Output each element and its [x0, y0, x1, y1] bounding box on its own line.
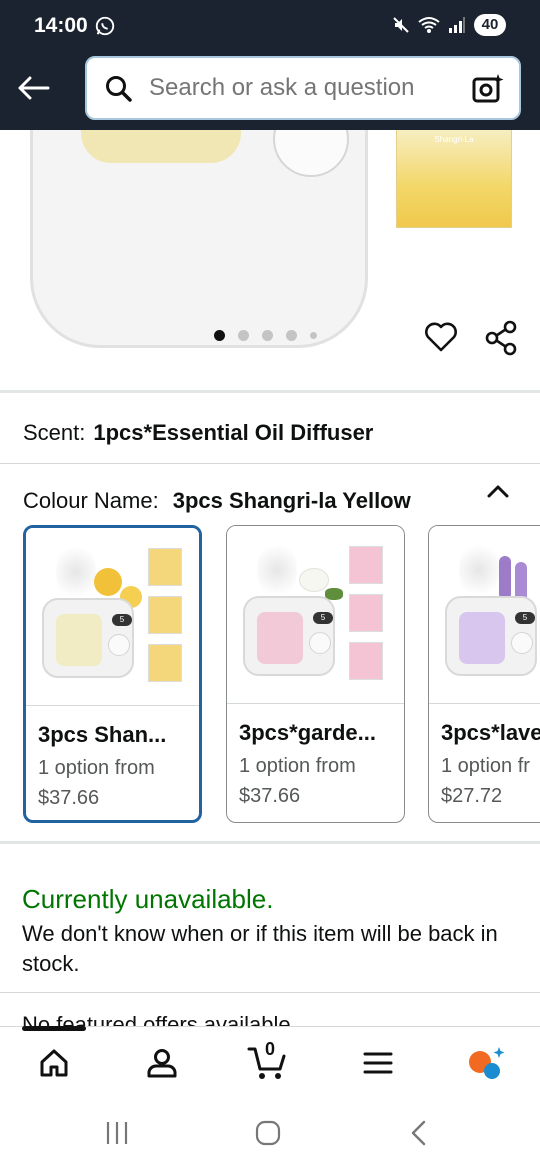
menu-icon [363, 1052, 393, 1074]
carousel-dots [214, 330, 317, 341]
signal-icon [449, 17, 465, 33]
swatch-subtitle: 1 option fr [441, 755, 530, 777]
product-image-sachet: Shangri-La [396, 130, 512, 228]
recent-apps-icon[interactable] [104, 1120, 130, 1146]
account-icon [147, 1049, 177, 1078]
swatch-title: 3pcs*garde... [239, 720, 376, 745]
bottom-navigation: 0 [0, 1026, 540, 1096]
scroll-indicator [22, 1026, 86, 1031]
wifi-icon [418, 17, 440, 33]
swatch-subtitle: 1 option from [38, 757, 155, 779]
swatch-price: $37.66 [239, 785, 301, 807]
scent-selector[interactable]: Scent: 1pcs*Essential Oil Diffuser [0, 394, 540, 464]
colour-label: Colour Name: [23, 488, 159, 513]
swatch-lavender[interactable]: 5 3pcs*lave 1 option fr $27.72 [428, 525, 540, 823]
back-system-icon[interactable] [408, 1120, 430, 1146]
battery-indicator: 40 [474, 14, 506, 36]
swatch-subtitle: 1 option from [239, 755, 356, 777]
nav-account[interactable] [140, 1043, 184, 1083]
status-bar: 14:00 40 [0, 0, 540, 52]
swatch-gardenia[interactable]: 5 3pcs*garde... 1 option from $37.66 [226, 525, 405, 823]
swatch-price: $27.72 [441, 785, 503, 807]
cart-count-badge: 0 [265, 1039, 276, 1059]
swatch-shangri-la-yellow[interactable]: 5 3pcs Shan... 1 option from $37.66 [23, 525, 202, 823]
search-icon [106, 76, 132, 102]
home-system-icon[interactable] [254, 1120, 282, 1146]
search-bar[interactable] [85, 56, 521, 120]
featured-offers-text: No featured offers available [22, 1012, 291, 1026]
camera-search-icon[interactable] [471, 72, 505, 106]
status-time: 14:00 [34, 14, 88, 37]
rufus-ai-icon [469, 1047, 505, 1079]
availability-section: Currently unavailable. We don't know whe… [22, 884, 522, 979]
search-input[interactable] [149, 58, 459, 118]
swatch-image: 5 [26, 528, 199, 706]
search-header [0, 52, 540, 130]
colour-value: 3pcs Shangri-la Yellow [172, 488, 411, 513]
product-image-diffuser [30, 130, 368, 348]
carousel-dot[interactable] [262, 330, 273, 341]
system-navigation-bar [0, 1096, 540, 1170]
home-icon [40, 1049, 68, 1077]
swatch-price: $37.66 [38, 787, 100, 809]
product-image-carousel[interactable]: Shangri-La [0, 130, 540, 392]
nav-rufus[interactable] [464, 1043, 508, 1083]
back-button[interactable] [14, 68, 54, 108]
section-divider [0, 390, 540, 393]
swatch-title: 3pcs Shan... [38, 722, 167, 747]
carousel-dot[interactable] [286, 330, 297, 341]
scent-label: Scent: [23, 420, 86, 445]
carousel-dot[interactable] [238, 330, 249, 341]
nav-home[interactable] [32, 1043, 76, 1083]
availability-status: Currently unavailable. [22, 884, 274, 914]
section-divider [0, 992, 540, 993]
availability-message: We don't know when or if this item will … [22, 921, 498, 976]
carousel-dot[interactable] [214, 330, 225, 341]
wishlist-heart-icon[interactable] [424, 320, 458, 354]
status-icons: 40 [392, 14, 506, 36]
back-arrow-icon [18, 76, 50, 100]
whatsapp-icon [95, 16, 115, 36]
swatch-title: 3pcs*lave [441, 720, 540, 745]
swatch-image: 5 [227, 526, 404, 704]
mute-icon [393, 17, 409, 33]
colour-selector-header[interactable]: Colour Name: 3pcs Shangri-la Yellow [0, 465, 540, 527]
colour-swatches: 5 3pcs Shan... 1 option from $37.66 5 3p… [0, 525, 540, 827]
section-divider [0, 841, 540, 844]
chevron-up-icon[interactable] [486, 483, 510, 499]
scent-value: 1pcs*Essential Oil Diffuser [93, 420, 374, 445]
swatch-image: 5 [429, 526, 540, 704]
nav-menu[interactable] [356, 1043, 400, 1083]
sachet-label: Shangri-La [434, 135, 474, 144]
carousel-dot[interactable] [310, 332, 317, 339]
share-icon[interactable] [484, 320, 518, 356]
